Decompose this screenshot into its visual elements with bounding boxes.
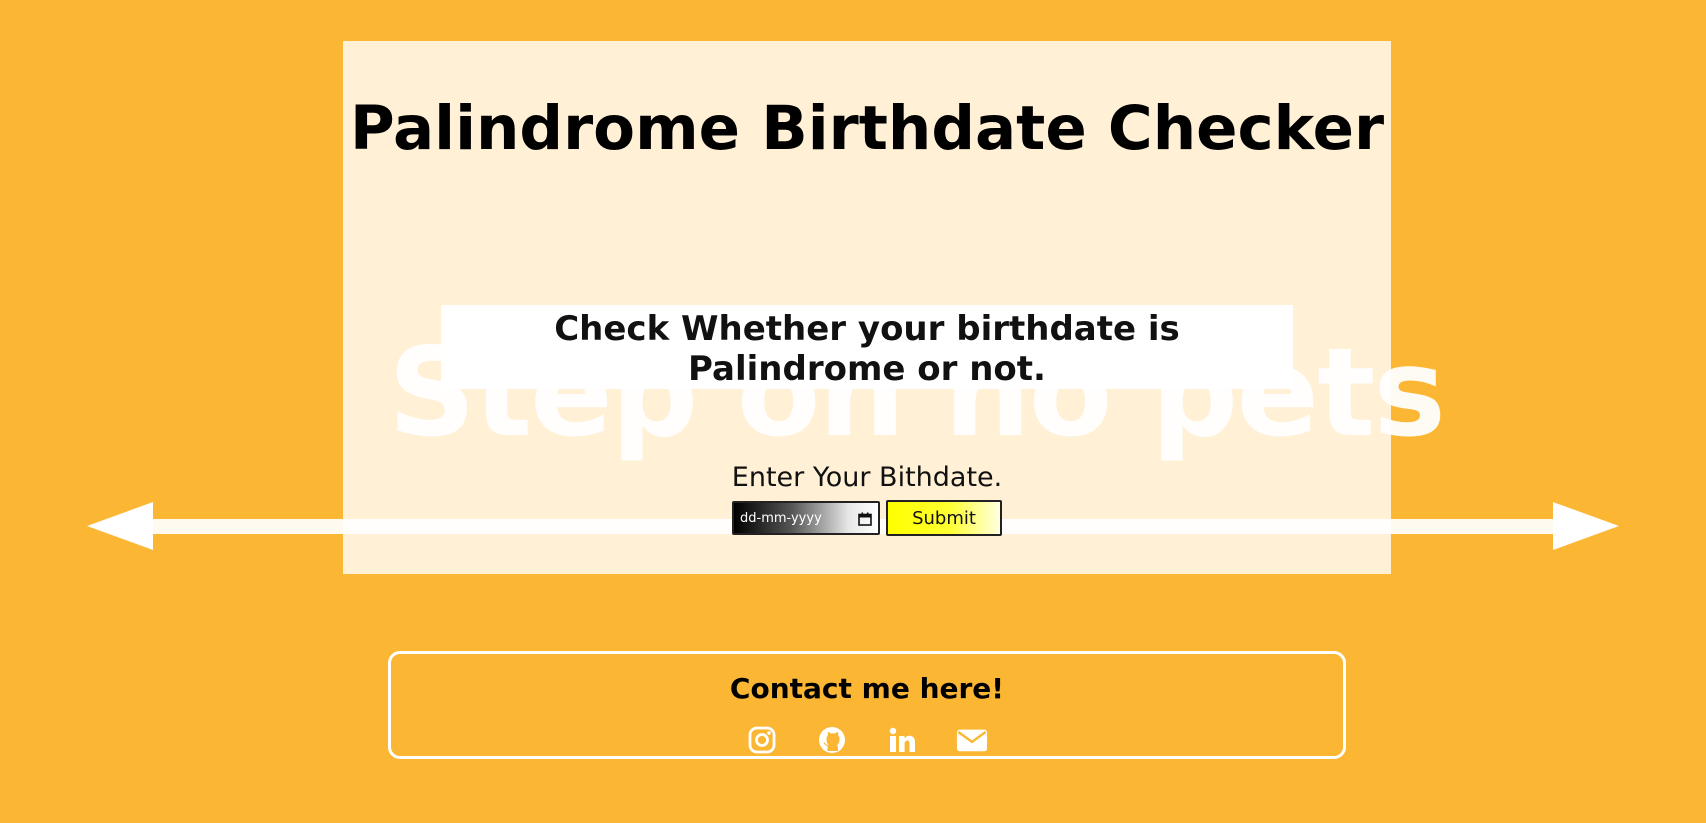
contact-heading: Contact me here! [729, 672, 1005, 705]
subtitle-box: Check Whether your birthdate is Palindro… [441, 305, 1293, 389]
birthdate-input[interactable]: dd-mm-yyyy [732, 501, 880, 535]
instagram-link[interactable] [746, 724, 778, 756]
linkedin-link[interactable] [886, 724, 918, 756]
page-subtitle: Check Whether your birthdate is Palindro… [554, 309, 1180, 389]
instagram-icon [748, 726, 776, 754]
github-icon [819, 727, 845, 753]
page-title: Palindrome Birthdate Checker [349, 93, 1385, 164]
email-link[interactable] [956, 724, 988, 756]
submit-button[interactable]: Submit [886, 500, 1002, 536]
linkedin-icon [889, 727, 915, 752]
date-placeholder: dd-mm-yyyy [740, 510, 822, 526]
social-links [391, 724, 1343, 756]
github-link[interactable] [816, 724, 848, 756]
contact-section: Contact me here! [388, 651, 1346, 759]
birthdate-label: Enter Your Bithdate. [731, 462, 1003, 493]
envelope-icon [956, 729, 988, 752]
calendar-icon[interactable] [858, 511, 872, 526]
